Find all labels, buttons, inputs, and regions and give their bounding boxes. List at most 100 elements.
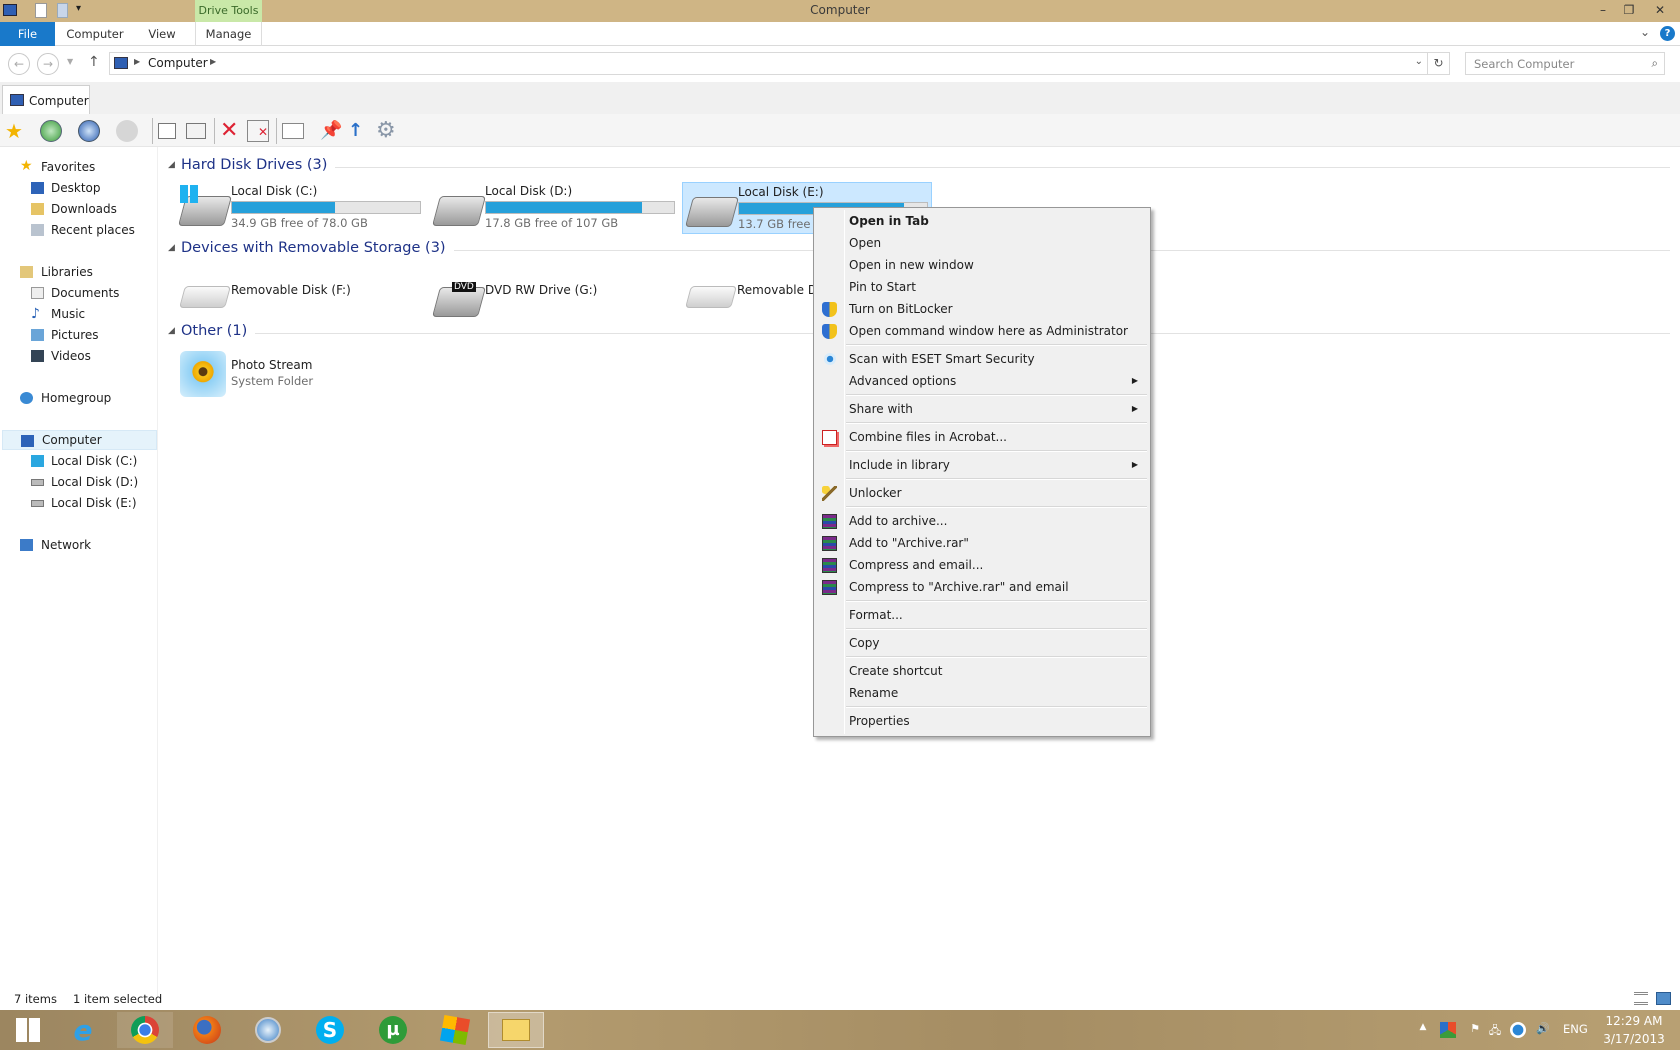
- sidebar-item-music[interactable]: ♪ Music: [0, 304, 157, 324]
- item-type: System Folder: [231, 374, 314, 388]
- back-button[interactable]: ←: [8, 53, 30, 75]
- new-window-icon[interactable]: [158, 123, 176, 139]
- input-language[interactable]: ENG: [1563, 1022, 1588, 1036]
- menu-item-format[interactable]: Format...: [816, 604, 1148, 626]
- recent-locations-dropdown[interactable]: ▼: [67, 57, 73, 66]
- menu-item-scan-with-eset-smart-security[interactable]: Scan with ESET Smart Security: [816, 348, 1148, 370]
- sidebar-item-computer[interactable]: Computer: [2, 430, 157, 450]
- sidebar-item-local-disk-c[interactable]: Local Disk (C:): [0, 451, 157, 471]
- menu-item-properties[interactable]: Properties: [816, 710, 1148, 732]
- menu-item-unlocker[interactable]: Unlocker: [816, 482, 1148, 504]
- tab-file[interactable]: File: [0, 22, 55, 46]
- menu-item-label: Include in library: [849, 458, 950, 472]
- taskbar-windows-live[interactable]: [427, 1012, 483, 1048]
- collapse-arrow-icon[interactable]: ◢: [168, 160, 175, 170]
- settings-gear-icon[interactable]: ⚙: [376, 120, 398, 142]
- breadcrumb-computer[interactable]: Computer: [148, 56, 208, 70]
- tab-view[interactable]: View: [140, 22, 184, 46]
- dvd-tile-g[interactable]: DVD DVD RW Drive (G:): [430, 265, 680, 317]
- breadcrumb-separator-icon[interactable]: ▶: [134, 57, 140, 66]
- taskbar-skype[interactable]: S: [302, 1012, 358, 1048]
- menu-item-include-in-library[interactable]: Include in library ▶: [816, 454, 1148, 476]
- menu-item-open[interactable]: Open: [816, 232, 1148, 254]
- clock[interactable]: 12:29 AM 3/17/2013: [1596, 1012, 1672, 1048]
- close-button[interactable]: ✕: [1642, 0, 1678, 20]
- group-header-hard-disk-drives[interactable]: ◢ Hard Disk Drives (3): [168, 157, 1670, 177]
- photo-stream-tile[interactable]: Photo Stream System Folder: [176, 350, 426, 402]
- taskbar-utorrent[interactable]: µ: [365, 1012, 421, 1048]
- sidebar-item-homegroup[interactable]: Homegroup: [0, 388, 157, 408]
- up-button[interactable]: ↑: [88, 54, 100, 70]
- menu-item-pin-to-start[interactable]: Pin to Start: [816, 276, 1148, 298]
- start-button[interactable]: [0, 1012, 56, 1048]
- sidebar-item-local-disk-e[interactable]: Local Disk (E:): [0, 493, 157, 513]
- eset-tray-icon[interactable]: [1510, 1022, 1526, 1038]
- refresh-button[interactable]: ↻: [1428, 52, 1450, 75]
- tab-computer-view[interactable]: Computer: [2, 85, 90, 115]
- menu-item-open-in-new-window[interactable]: Open in new window: [816, 254, 1148, 276]
- restore-button[interactable]: ❐: [1616, 0, 1642, 20]
- taskbar-firefox[interactable]: [179, 1012, 235, 1048]
- expand-ribbon-icon[interactable]: ⌄: [1640, 25, 1650, 39]
- sidebar-item-network[interactable]: Network: [0, 535, 157, 555]
- search-input[interactable]: Search Computer ⌕: [1465, 52, 1665, 75]
- show-hidden-icons-icon[interactable]: ▲: [1415, 1022, 1431, 1038]
- sidebar-item-videos[interactable]: Videos: [0, 346, 157, 366]
- menu-item-add-to-archive[interactable]: Add to archive...: [816, 510, 1148, 532]
- minimize-button[interactable]: –: [1590, 0, 1616, 20]
- tab-computer[interactable]: Computer: [62, 22, 128, 46]
- removable-tile-f[interactable]: Removable Disk (F:): [176, 272, 426, 324]
- volume-icon[interactable]: 🔊: [1535, 1022, 1551, 1038]
- menu-item-add-to-archive-rar[interactable]: Add to "Archive.rar": [816, 532, 1148, 554]
- taskbar-internet-explorer[interactable]: e: [55, 1012, 111, 1048]
- sidebar-item-downloads[interactable]: Downloads: [0, 199, 157, 219]
- menu-item-label: Combine files in Acrobat...: [849, 430, 1007, 444]
- menu-item-combine-files-in-acrobat[interactable]: Combine files in Acrobat...: [816, 426, 1148, 448]
- tab-manage[interactable]: Manage: [195, 22, 262, 46]
- sidebar-item-desktop[interactable]: Desktop: [0, 178, 157, 198]
- help-icon[interactable]: ?: [1660, 26, 1675, 41]
- pin-icon[interactable]: 📌: [320, 120, 342, 142]
- menu-item-advanced-options[interactable]: Advanced options ▶: [816, 370, 1148, 392]
- green-globe-icon[interactable]: [40, 120, 62, 142]
- blue-globe-icon[interactable]: [78, 120, 100, 142]
- taskbar-safari[interactable]: [240, 1012, 296, 1048]
- sidebar-item-documents[interactable]: Documents: [0, 283, 157, 303]
- menu-item-share-with[interactable]: Share with ▶: [816, 398, 1148, 420]
- sidebar-item-local-disk-d[interactable]: Local Disk (D:): [0, 472, 157, 492]
- collapse-arrow-icon[interactable]: ◢: [168, 326, 175, 336]
- tray-app-icon[interactable]: [1440, 1022, 1456, 1038]
- action-center-flag-icon[interactable]: ⚑: [1467, 1022, 1483, 1038]
- close-red-x-icon[interactable]: ✕: [220, 120, 242, 142]
- sidebar-item-pictures[interactable]: Pictures: [0, 325, 157, 345]
- menu-item-compress-and-email[interactable]: Compress and email...: [816, 554, 1148, 576]
- menu-item-turn-on-bitlocker[interactable]: Turn on BitLocker: [816, 298, 1148, 320]
- large-icons-view-icon[interactable]: [1656, 992, 1671, 1005]
- favorites-star-icon[interactable]: ★: [5, 120, 27, 142]
- search-icon[interactable]: ⌕: [1652, 56, 1658, 71]
- drive-tile-d[interactable]: Local Disk (D:) 17.8 GB free of 107 GB: [430, 182, 680, 234]
- address-dropdown-icon[interactable]: ⌄: [1415, 56, 1423, 67]
- menu-item-open-command-window-here-as-administrator[interactable]: Open command window here as Administrato…: [816, 320, 1148, 342]
- menu-item-copy[interactable]: Copy: [816, 632, 1148, 654]
- taskbar-chrome[interactable]: [117, 1012, 173, 1048]
- menu-item-open-in-tab[interactable]: Open in Tab: [816, 210, 1148, 232]
- menu-item-compress-to-archive-rar-and-email[interactable]: Compress to "Archive.rar" and email: [816, 576, 1148, 598]
- menu-item-create-shortcut[interactable]: Create shortcut: [816, 660, 1148, 682]
- sidebar-item-libraries[interactable]: Libraries: [0, 262, 157, 282]
- drive-tile-c[interactable]: Local Disk (C:) 34.9 GB free of 78.0 GB: [176, 182, 426, 234]
- cascade-windows-icon[interactable]: [186, 123, 206, 139]
- view-layout-icon[interactable]: [282, 123, 304, 139]
- address-bar[interactable]: ▶ Computer ▶ ⌄: [109, 52, 1428, 75]
- close-window-icon[interactable]: ✕: [247, 120, 269, 142]
- sidebar-item-recent-places[interactable]: Recent places: [0, 220, 157, 240]
- details-view-icon[interactable]: [1634, 992, 1648, 1005]
- breadcrumb-separator-icon[interactable]: ▶: [210, 57, 216, 66]
- network-icon[interactable]: 🖧: [1487, 1022, 1503, 1038]
- menu-item-rename[interactable]: Rename: [816, 682, 1148, 704]
- forward-button[interactable]: →: [37, 53, 59, 75]
- collapse-arrow-icon[interactable]: ◢: [168, 243, 175, 253]
- taskbar-file-explorer[interactable]: [488, 1012, 544, 1048]
- up-arrow-icon[interactable]: ↑: [348, 120, 370, 142]
- sidebar-item-favorites[interactable]: ★ Favorites: [0, 157, 157, 177]
